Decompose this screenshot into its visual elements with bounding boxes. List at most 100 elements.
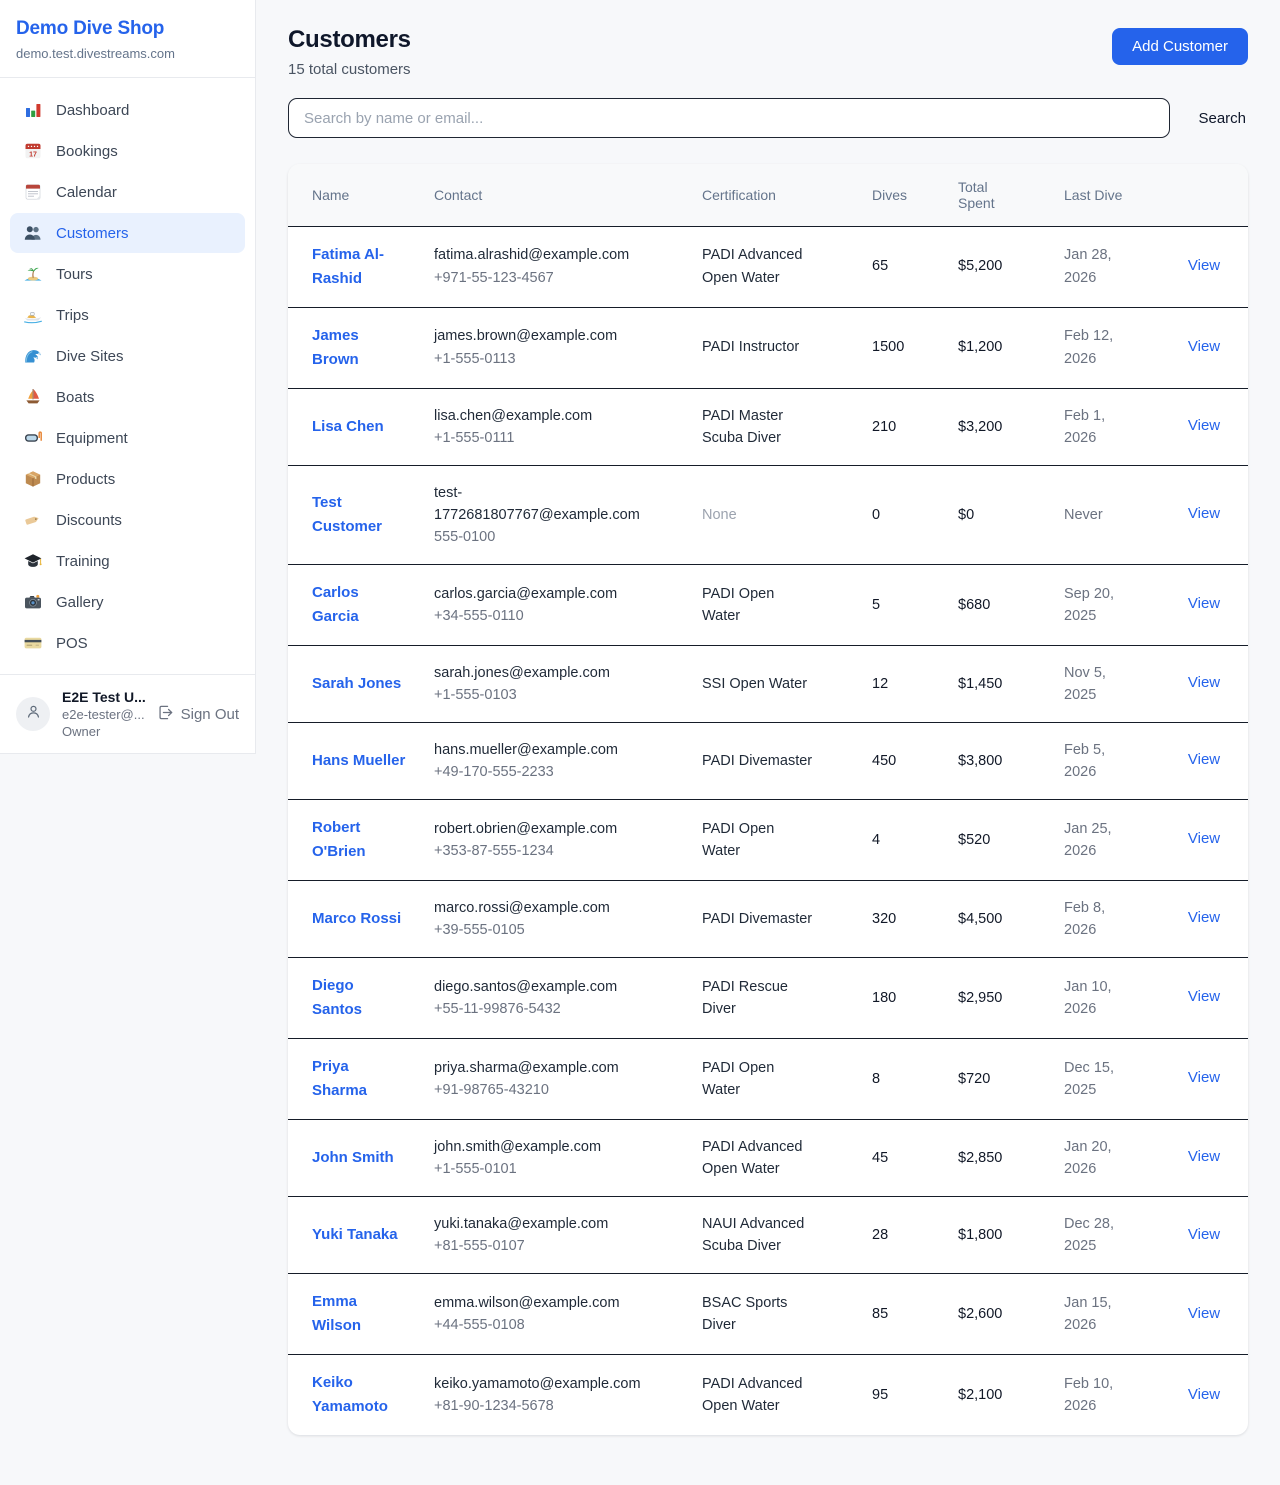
customer-name-link[interactable]: Keiko Yamamoto [312,1374,388,1415]
view-customer-link[interactable]: View [1188,674,1220,691]
customer-phone: +39-555-0105 [434,919,644,941]
customer-total-spent: $1,200 [958,307,1064,388]
customer-dives: 320 [872,880,958,957]
sidebar-item-equipment[interactable]: Equipment [10,418,245,458]
sidebar-header: Demo Dive Shop demo.test.divestreams.com [0,0,255,78]
customer-name-link[interactable]: Priya Sharma [312,1058,367,1099]
customer-name-link[interactable]: Marco Rossi [312,910,401,927]
table-row: Fatima Al-Rashid fatima.alrashid@example… [288,226,1248,307]
customer-total-spent: $720 [958,1038,1064,1119]
customer-name-link[interactable]: Diego Santos [312,977,362,1018]
sidebar-item-label: Trips [56,307,89,324]
sidebar-item-label: Equipment [56,430,128,447]
customer-dives: 12 [872,645,958,722]
search-button[interactable]: Search [1196,106,1248,131]
customer-last-dive: Jan 25, 2026 [1064,799,1170,880]
view-customer-link[interactable]: View [1188,830,1220,847]
sidebar-item-pos[interactable]: POS [10,623,245,663]
customer-total-spent: $3,800 [958,722,1064,799]
customer-phone: 555-0100 [434,526,644,548]
customer-total-spent: $2,850 [958,1119,1064,1196]
sidebar-item-bookings[interactable]: 17 Bookings [10,131,245,171]
sidebar-item-gallery[interactable]: Gallery [10,582,245,622]
view-customer-link[interactable]: View [1188,1069,1220,1086]
page-header-text: Customers 15 total customers [288,26,411,78]
credit-card-icon [23,633,43,653]
tear-off-calendar-icon [23,182,43,202]
customer-name-link[interactable]: Robert O'Brien [312,819,366,860]
customer-name-link[interactable]: James Brown [312,327,359,368]
sidebar-item-boats[interactable]: Boats [10,377,245,417]
sidebar-item-label: Customers [56,225,129,242]
customer-phone: +49-170-555-2233 [434,761,644,783]
app-root: Demo Dive Shop demo.test.divestreams.com… [0,0,1280,1459]
column-header-last-dive: Last Dive [1064,164,1170,226]
view-customer-link[interactable]: View [1188,1386,1220,1403]
customer-phone: +44-555-0108 [434,1314,644,1336]
customer-dives: 45 [872,1119,958,1196]
customer-last-dive: Never [1064,465,1170,564]
sidebar-item-label: Boats [56,389,94,406]
customer-certification: PADI Divemaster [702,880,872,957]
customer-phone: +81-90-1234-5678 [434,1395,644,1417]
customer-name-link[interactable]: Hans Mueller [312,752,405,769]
shop-domain: demo.test.divestreams.com [16,46,239,61]
sidebar-item-calendar[interactable]: Calendar [10,172,245,212]
customer-name-link[interactable]: Sarah Jones [312,675,401,692]
view-customer-link[interactable]: View [1188,595,1220,612]
customer-last-dive: Jan 15, 2026 [1064,1273,1170,1354]
customer-certification: PADI Advanced Open Water [702,1354,872,1435]
customer-name-link[interactable]: Fatima Al-Rashid [312,246,384,287]
view-customer-link[interactable]: View [1188,257,1220,274]
search-row: Search [288,98,1248,138]
customer-phone: +1-555-0101 [434,1158,644,1180]
customer-phone: +1-555-0111 [434,427,644,449]
table-row: James Brown james.brown@example.com +1-5… [288,307,1248,388]
customer-name-link[interactable]: Carlos Garcia [312,584,359,625]
customer-certification: PADI Open Water [702,564,872,645]
sidebar-item-label: Gallery [56,594,104,611]
sign-out-button[interactable]: Sign Out [157,704,239,725]
customer-total-spent: $5,200 [958,226,1064,307]
sidebar-item-products[interactable]: Products [10,459,245,499]
view-customer-link[interactable]: View [1188,1305,1220,1322]
search-input[interactable] [288,98,1170,138]
sidebar-item-dive-sites[interactable]: Dive Sites [10,336,245,376]
sign-out-label: Sign Out [181,706,239,723]
add-customer-button[interactable]: Add Customer [1112,28,1248,65]
customer-name-link[interactable]: Lisa Chen [312,418,384,435]
bar-chart-icon [23,100,43,120]
customer-last-dive: Nov 5, 2025 [1064,645,1170,722]
customer-email: test-1772681807767@example.com [434,482,644,526]
sidebar-item-label: Calendar [56,184,117,201]
customer-total-spent: $4,500 [958,880,1064,957]
view-customer-link[interactable]: View [1188,988,1220,1005]
view-customer-link[interactable]: View [1188,338,1220,355]
customer-email: john.smith@example.com [434,1136,644,1158]
customer-certification: PADI Open Water [702,799,872,880]
sidebar-item-customers[interactable]: Customers [10,213,245,253]
view-customer-link[interactable]: View [1188,751,1220,768]
sidebar-item-discounts[interactable]: Discounts [10,500,245,540]
sidebar-item-label: Training [56,553,110,570]
table-row: Robert O'Brien robert.obrien@example.com… [288,799,1248,880]
sidebar-item-tours[interactable]: Tours [10,254,245,294]
view-customer-link[interactable]: View [1188,1226,1220,1243]
view-customer-link[interactable]: View [1188,505,1220,522]
customer-certification: SSI Open Water [702,645,872,722]
customer-name-link[interactable]: Yuki Tanaka [312,1226,398,1243]
customer-last-dive: Dec 28, 2025 [1064,1196,1170,1273]
customer-dives: 4 [872,799,958,880]
sidebar-item-training[interactable]: Training [10,541,245,581]
customer-dives: 0 [872,465,958,564]
customer-name-link[interactable]: John Smith [312,1149,394,1166]
sidebar: Demo Dive Shop demo.test.divestreams.com… [0,0,256,754]
sidebar-item-trips[interactable]: Trips [10,295,245,335]
customer-name-link[interactable]: Test Customer [312,494,382,535]
customer-name-link[interactable]: Emma Wilson [312,1293,361,1334]
view-customer-link[interactable]: View [1188,909,1220,926]
view-customer-link[interactable]: View [1188,417,1220,434]
sidebar-item-dashboard[interactable]: Dashboard [10,90,245,130]
view-customer-link[interactable]: View [1188,1148,1220,1165]
customer-phone: +55-11-99876-5432 [434,998,644,1020]
